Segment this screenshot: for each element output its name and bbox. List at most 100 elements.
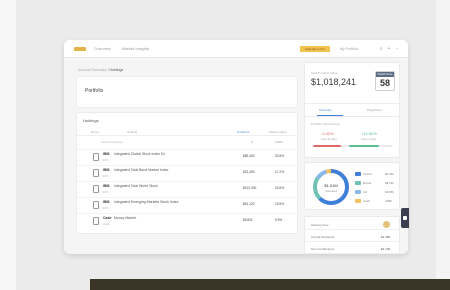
breadcrumb: Account Summary / Holdings	[78, 68, 124, 72]
legend-swatch	[355, 199, 361, 203]
table-row[interactable]: IBM Integrated Global Stock Index Ex ETF…	[77, 149, 299, 163]
bell-icon[interactable]: •	[386, 46, 392, 52]
col-market-value[interactable]: Market Value	[269, 130, 286, 134]
portfolio-value-amount: $1,018,241	[311, 77, 357, 87]
legend-item[interactable]: Intl 10.6%	[355, 189, 399, 195]
legend-swatch	[355, 172, 361, 176]
holdings-total: 100%	[275, 140, 283, 144]
row-symbol: IBM	[103, 152, 110, 156]
summary-tabs: Summary Projections	[305, 103, 401, 117]
legend-pct: 10.6%	[385, 189, 394, 194]
legend-swatch	[355, 181, 361, 185]
detail-label: Net Contributions	[311, 247, 335, 251]
legend-item[interactable]: Bonds 22.1%	[355, 180, 399, 186]
row-symbol: IBM	[103, 168, 110, 172]
document-icon	[93, 169, 99, 177]
nav-overview[interactable]: Overview	[94, 46, 111, 52]
performance-left-sub: Last 30 days	[321, 137, 337, 141]
col-name[interactable]: Name	[91, 130, 99, 134]
holdings-search[interactable]: Search holdings... 5 100%	[101, 138, 291, 146]
document-icon	[93, 153, 99, 161]
performance-bar-positive	[349, 145, 379, 147]
row-name[interactable]: Integrated Total Bond Market Index	[114, 168, 168, 172]
row-value: $89,400	[243, 154, 255, 158]
row-value: $61,120	[243, 202, 255, 206]
details-card: Advisory Fee Annual Dividends $2,480 Net…	[304, 216, 401, 254]
document-icon	[93, 185, 99, 193]
holdings-search-input[interactable]: Search holdings...	[101, 140, 125, 144]
legend-item[interactable]: Stocks 62.4%	[355, 171, 399, 177]
row-name[interactable]: Integrated Emerging Markets Stock Index	[114, 200, 178, 204]
row-value: $9,831	[243, 218, 253, 222]
account-menu[interactable]: My Portfolio	[340, 46, 358, 52]
legend-name: Stocks	[363, 171, 373, 176]
portfolio-value-card: Total Portfolio Value $1,018,241 Wealth …	[304, 62, 401, 120]
feedback-tab[interactable]	[401, 208, 409, 228]
allocation-donut-chart: $1.01M Allocated	[313, 169, 349, 205]
row-symbol: IBM	[103, 200, 110, 204]
tab-summary[interactable]: Summary	[319, 108, 332, 112]
performance-right-sub: Year to date	[361, 137, 376, 141]
row-change: 17.2%	[275, 170, 285, 174]
document-icon	[93, 201, 99, 209]
detail-label: Annual Dividends	[311, 235, 335, 239]
portfolio-title: Portfolio	[85, 88, 104, 94]
table-row[interactable]: IBM Integrated Emerging Markets Stock In…	[77, 197, 299, 211]
row-change: 24.6%	[275, 186, 285, 190]
legend-name: Cash	[363, 198, 371, 203]
row-name[interactable]: Integrated Global Stock Index Ex	[114, 152, 165, 156]
user-icon[interactable]: ◦	[394, 46, 400, 52]
performance-bar-negative	[313, 145, 341, 147]
donut-center-label: Allocated	[325, 189, 337, 193]
detail-row[interactable]: Annual Dividends $2,480	[305, 231, 401, 242]
breadcrumb-parent[interactable]: Account Summary	[78, 68, 107, 72]
search-icon[interactable]: ⌕	[378, 46, 384, 52]
legend-pct: 22.1%	[385, 180, 394, 185]
row-change: 9.9%	[275, 218, 283, 222]
brand-logo[interactable]	[74, 47, 86, 51]
app-window: Overview Market Insights Upgrade to Pro …	[64, 40, 408, 254]
holdings-table-header: Name Holding % Return Market Value	[77, 128, 299, 136]
row-symbol: Cash	[103, 216, 112, 220]
top-navigation-bar: Overview Market Insights Upgrade to Pro …	[64, 40, 408, 58]
detail-row[interactable]: Net Contributions $4,100	[305, 243, 401, 254]
row-symbol: IBM	[103, 184, 110, 188]
row-change: 15.5%	[275, 202, 285, 206]
legend-name: Intl	[363, 189, 368, 194]
legend-pct: 4.9%	[385, 198, 392, 203]
row-value: $22,490	[243, 170, 255, 174]
legend-item[interactable]: Cash 4.9%	[355, 198, 399, 204]
table-row[interactable]: IBM Integrated Total Bond Market Index E…	[77, 165, 299, 179]
legend-pct: 62.4%	[385, 171, 394, 176]
wealth-score-badge[interactable]: Wealth Score 58	[375, 71, 395, 91]
legend-swatch	[355, 190, 361, 194]
tab-projections[interactable]: Projections	[367, 108, 382, 112]
detail-value: $2,480	[381, 235, 391, 239]
nav-market-insights[interactable]: Market Insights	[122, 46, 149, 52]
breadcrumb-current: Holdings	[109, 68, 124, 72]
row-value: $102,400	[243, 186, 257, 190]
performance-right-value: +12.80%	[361, 131, 377, 136]
holdings-card: Holdings Name Holding % Return Market Va…	[76, 112, 299, 234]
performance-left-value: -3.42%	[321, 131, 334, 136]
holdings-title: Holdings	[83, 118, 99, 123]
row-change: 32.8%	[275, 154, 285, 158]
upgrade-button[interactable]: Upgrade to Pro	[300, 46, 330, 52]
row-sub: ETF	[103, 206, 109, 210]
detail-value: $4,100	[381, 247, 391, 251]
chat-icon	[403, 216, 407, 220]
detail-label: Advisory Fee	[311, 223, 329, 227]
holdings-count: 5	[251, 140, 253, 144]
row-sub: Cash	[103, 222, 110, 226]
table-row[interactable]: Cash Money Market Cash $9,831 9.9%	[77, 213, 299, 227]
col-return[interactable]: % Return	[237, 130, 250, 134]
wealth-score-label: Wealth Score	[376, 72, 394, 77]
legend-name: Bonds	[363, 180, 372, 185]
detail-row[interactable]: Advisory Fee	[305, 219, 401, 230]
col-holding[interactable]: Holding	[127, 130, 137, 134]
row-name[interactable]: Integrated Total World Stock	[114, 184, 158, 188]
wealth-score-value: 58	[379, 78, 390, 88]
row-sub: ETF	[103, 174, 109, 178]
table-row[interactable]: IBM Integrated Total World Stock ETF $10…	[77, 181, 299, 195]
row-name[interactable]: Money Market	[114, 216, 136, 220]
